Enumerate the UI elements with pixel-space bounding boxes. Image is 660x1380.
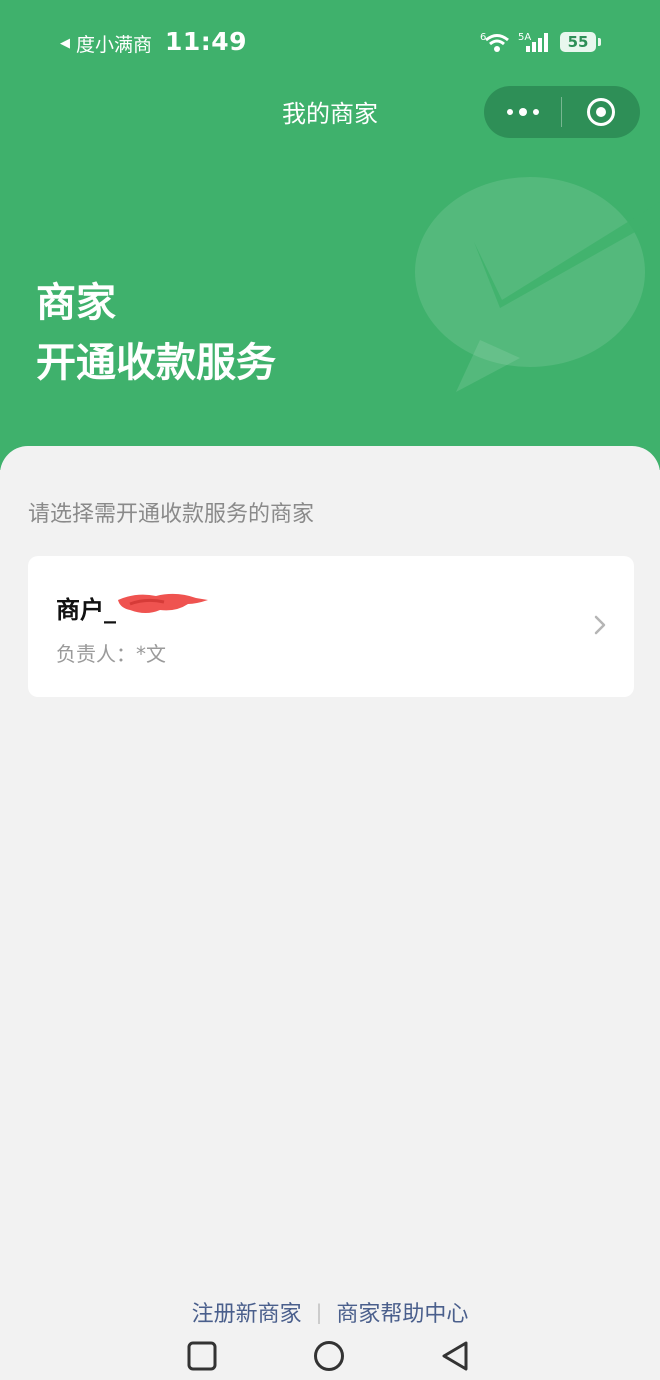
redaction-mark <box>118 593 208 613</box>
help-center-link[interactable]: 商家帮助中心 <box>336 1296 468 1328</box>
wifi-icon: 6 <box>480 32 509 52</box>
content-sheet: 请选择需开通收款服务的商家 商户_ 负责人：*文 <box>0 446 660 1380</box>
hero-title: 商家 <box>36 280 116 326</box>
back-triangle-nav-icon[interactable] <box>440 1340 470 1374</box>
status-icons: 6 5A 55 <box>480 30 601 54</box>
close-mini-program-button[interactable] <box>562 86 639 138</box>
footer-divider: | <box>315 1300 323 1324</box>
register-merchant-link[interactable]: 注册新商家 <box>192 1296 302 1328</box>
recent-apps-square-icon[interactable] <box>186 1340 218 1372</box>
battery-indicator: 55 <box>560 32 601 52</box>
status-time: 11:49 <box>165 27 248 56</box>
svg-text:5A: 5A <box>518 32 531 43</box>
hero-header: ◀ 度小满商 11:49 6 5A 55 我的商家 商家 开通收款服务 <box>0 0 660 470</box>
merchant-name: 商户_ <box>56 596 116 624</box>
back-app-label: 度小满商 <box>76 34 153 56</box>
footer-links: 注册新商家 | 商家帮助中心 <box>0 1296 660 1328</box>
select-merchant-prompt: 请选择需开通收款服务的商家 <box>28 502 315 527</box>
mini-program-capsule <box>484 86 640 138</box>
back-triangle-icon: ◀ <box>60 36 70 51</box>
system-navigation-bar <box>0 1334 660 1380</box>
merchant-owner: 负责人：*文 <box>56 642 166 666</box>
merchant-card[interactable]: 商户_ 负责人：*文 <box>28 556 634 697</box>
target-ring-icon <box>586 98 615 126</box>
back-to-app-link[interactable]: ◀ 度小满商 <box>60 30 152 57</box>
wechat-pay-watermark-icon <box>415 177 660 392</box>
more-dot-icon <box>532 109 539 115</box>
status-bar: ◀ 度小满商 11:49 6 5A 55 <box>0 0 660 86</box>
more-dot-icon <box>506 109 513 115</box>
more-dot-icon <box>518 108 527 116</box>
chevron-right-icon <box>594 615 606 635</box>
svg-text:6: 6 <box>480 32 486 43</box>
home-circle-icon[interactable] <box>312 1340 346 1374</box>
hero-subtitle: 开通收款服务 <box>36 340 276 386</box>
cell-signal-icon: 5A <box>518 32 548 52</box>
more-menu-button[interactable] <box>484 86 561 138</box>
